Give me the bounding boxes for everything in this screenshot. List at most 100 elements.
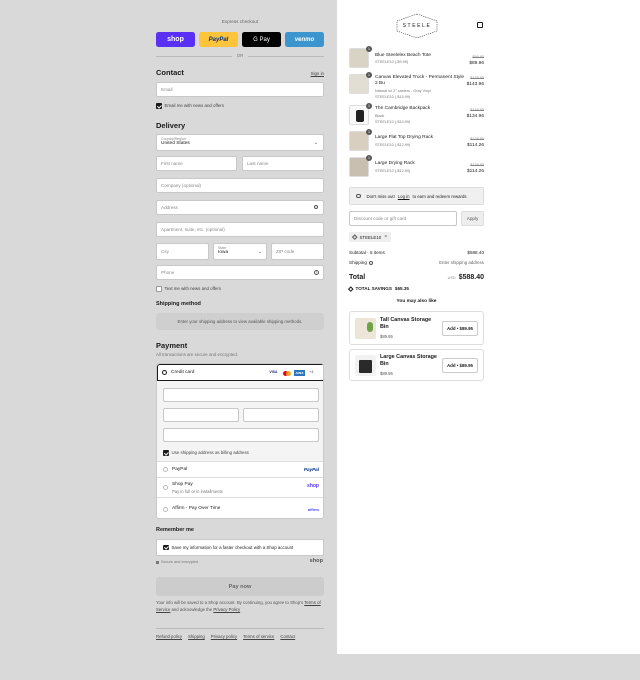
shop-pay-button[interactable]: shop — [156, 32, 195, 47]
upsell-add-button[interactable]: Add • $89.95 — [442, 321, 478, 336]
paypal-radio[interactable] — [163, 467, 168, 472]
shop-logo: shop — [309, 558, 323, 564]
payment-options: Credit card VISA AMEX +4 Use shipping ad… — [156, 363, 324, 519]
upsell-add-label: Add • $89.95 — [447, 326, 473, 331]
state-select[interactable]: State Iowa ⌄ — [213, 243, 267, 260]
shop-pay-logo: shop — [307, 483, 319, 489]
subtotal-value: $588.40 — [467, 250, 484, 255]
help-icon[interactable]: ? — [313, 269, 319, 275]
credit-card-radio[interactable] — [162, 370, 167, 375]
phone-field[interactable]: Phone ? — [156, 265, 324, 280]
expiry-field[interactable] — [163, 408, 239, 422]
secure-note: Secure and encrypted — [156, 560, 198, 564]
total-value: $588.40 — [458, 274, 484, 281]
paypal-label: PayPal — [172, 467, 188, 472]
country-select[interactable]: Country/Region United States ⌄ — [156, 134, 324, 151]
email-placeholder: Email — [161, 87, 173, 92]
upsell-product-price: $89.95 — [380, 334, 393, 339]
upsell-card: Tall Canvas Storage Bin $89.95 Add • $89… — [349, 311, 484, 345]
company-placeholder: Company (optional) — [161, 183, 202, 188]
paypal-option[interactable]: PayPal PayPal — [157, 461, 323, 477]
google-pay-button[interactable]: G Pay — [242, 32, 281, 47]
company-field[interactable]: Company (optional) — [156, 178, 324, 193]
shop-pay-radio[interactable] — [163, 485, 168, 490]
name-on-card-field[interactable] — [163, 428, 319, 442]
pay-now-label: Pay now — [228, 583, 252, 590]
last-name-field[interactable]: Last name — [242, 156, 324, 171]
affirm-option[interactable]: Affirm - Pay Over Time affirm — [157, 497, 323, 518]
subtotal-label: Subtotal · 5 items — [349, 250, 385, 255]
credit-card-label: Credit card — [171, 370, 195, 375]
savings-label: TOTAL SAVINGS — [355, 286, 392, 291]
card-number-field[interactable] — [163, 388, 319, 402]
shop-pay-label: Shop Pay — [172, 482, 193, 487]
upsell-add-button[interactable]: Add • $89.95 — [442, 358, 478, 373]
contact-heading: Contact — [156, 68, 184, 77]
refund-policy-link[interactable]: Refund policy — [156, 634, 182, 639]
upsell-product-name: Large Canvas Storage Bin — [380, 354, 437, 367]
secure-text: Secure and encrypted — [161, 560, 199, 564]
text-news-row: Text me with news and offers — [156, 286, 221, 292]
product-variant: Natural w/ 2" casters - Gray Vinyl — [375, 89, 431, 93]
discounted-price: $134.96 — [466, 114, 484, 119]
apply-button[interactable]: Apply — [461, 211, 484, 226]
phone-placeholder: Phone — [161, 270, 175, 275]
plant-shape — [367, 322, 373, 332]
paypal-button[interactable]: PayPal — [199, 32, 238, 47]
email-field[interactable]: Email — [156, 82, 324, 97]
discounted-price: $143.96 — [466, 82, 484, 87]
venmo-button[interactable]: venmo — [285, 32, 324, 47]
privacy-policy-link[interactable]: Privacy policy — [211, 634, 237, 639]
shipping-link[interactable]: Shipping — [188, 634, 205, 639]
original-price: $99.95 — [472, 55, 484, 59]
shop-pay-option[interactable]: Shop Pay Pay in full or in installments … — [157, 477, 323, 497]
shipping-method-heading: Shipping method — [156, 301, 201, 307]
email-news-label: Email me with news and offers — [164, 103, 224, 109]
bin-shape — [359, 360, 372, 373]
credit-card-option[interactable]: Credit card VISA AMEX +4 — [157, 364, 323, 381]
store-logo[interactable]: STEELE — [395, 13, 439, 39]
upsell-product-name: Tall Canvas Storage Bin — [380, 317, 432, 330]
visa-icon: VISA — [269, 370, 278, 374]
privacy-link[interactable]: Privacy Policy — [213, 607, 240, 612]
search-icon — [314, 205, 318, 209]
original-price: $159.95 — [470, 76, 484, 80]
zip-field[interactable]: ZIP code — [271, 243, 324, 260]
total-savings-row: TOTAL SAVINGS $65.35 — [348, 286, 409, 291]
close-icon[interactable]: × — [384, 234, 387, 240]
apply-label: Apply — [466, 216, 479, 221]
rewards-login-link[interactable]: Log in — [398, 194, 410, 199]
terms-of-service-link[interactable]: Terms of service — [243, 634, 274, 639]
city-field[interactable]: City — [156, 243, 209, 260]
last-name-placeholder: Last name — [247, 161, 269, 166]
sign-in-link[interactable]: Sign in — [311, 71, 324, 76]
express-checkout-title: Express checkout — [221, 19, 259, 24]
rewards-banner: Don't miss out! Log in to earn and redee… — [349, 187, 484, 205]
discount-code-field[interactable]: Discount code or gift card — [349, 211, 457, 226]
country-value: United States — [161, 141, 190, 146]
email-news-row: Email me with news and offers — [156, 103, 224, 109]
quantity-badge: 1 — [366, 155, 372, 161]
affirm-radio[interactable] — [163, 507, 168, 512]
tag-icon — [352, 234, 358, 240]
address-field[interactable]: Address — [156, 200, 324, 215]
apartment-field[interactable]: Apartment, suite, etc. (optional) — [156, 222, 324, 237]
cart-icon[interactable] — [477, 22, 483, 28]
first-name-field[interactable]: First name — [156, 156, 237, 171]
legal-sentence: Your info will be saved to a Shop accoun… — [156, 600, 304, 605]
discount-tag: STEELE10 (-$12.99) — [375, 169, 411, 173]
billing-same-checkbox[interactable] — [163, 450, 169, 456]
affirm-label: Affirm - Pay Over Time — [172, 506, 221, 511]
footer-links: Refund policy Shipping Privacy policy Te… — [156, 634, 295, 639]
contact-link[interactable]: Contact — [280, 634, 295, 639]
security-code-field[interactable] — [243, 408, 319, 422]
email-news-checkbox[interactable] — [156, 103, 162, 109]
pay-now-button[interactable]: Pay now — [156, 577, 324, 596]
legal-text: Your info will be saved to a Shop accoun… — [156, 600, 324, 613]
help-icon[interactable] — [368, 260, 373, 265]
product-name: The Cambridge Backpack — [375, 106, 431, 111]
save-info-checkbox[interactable] — [163, 544, 169, 551]
product-name: Large Drying Rack — [375, 161, 415, 166]
text-news-checkbox[interactable] — [156, 286, 162, 292]
total-label: Total — [349, 274, 366, 281]
